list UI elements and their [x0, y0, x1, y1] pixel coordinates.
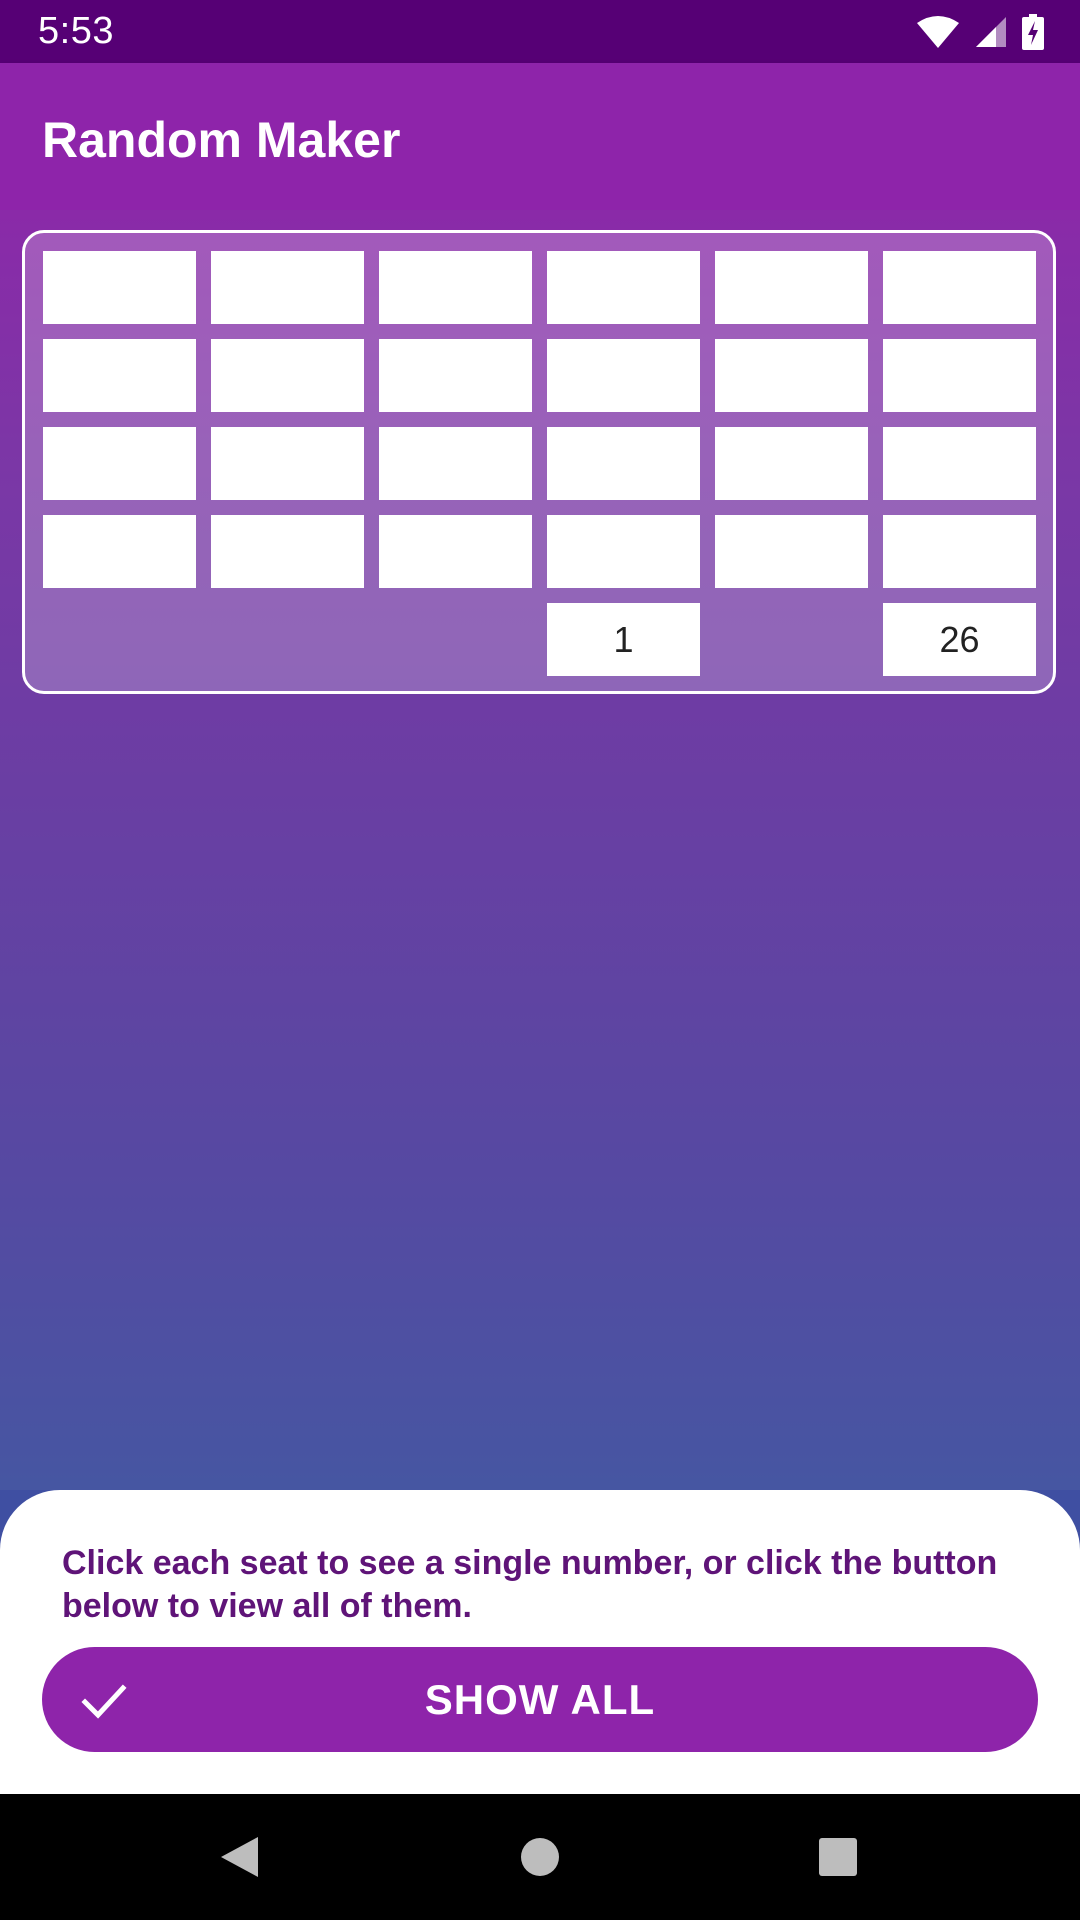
seat[interactable]: [211, 515, 364, 588]
cellular-signal-icon: [976, 17, 1006, 47]
seat[interactable]: 1: [547, 603, 700, 676]
show-all-button[interactable]: SHOW ALL: [42, 1647, 1038, 1752]
seat[interactable]: [43, 515, 196, 588]
app-title: Random Maker: [42, 112, 401, 168]
seat[interactable]: 26: [883, 603, 1036, 676]
seat[interactable]: [211, 251, 364, 324]
recents-icon[interactable]: [813, 1832, 863, 1882]
seat[interactable]: [379, 427, 532, 500]
seat[interactable]: [43, 339, 196, 412]
status-time: 5:53: [38, 10, 114, 52]
seat[interactable]: [43, 427, 196, 500]
home-icon[interactable]: [515, 1832, 565, 1882]
seat[interactable]: [883, 339, 1036, 412]
seat[interactable]: [715, 427, 868, 500]
seat[interactable]: [715, 515, 868, 588]
seat[interactable]: [547, 251, 700, 324]
back-icon[interactable]: [214, 1832, 264, 1882]
seat[interactable]: [211, 339, 364, 412]
seat[interactable]: [883, 515, 1036, 588]
seat[interactable]: [883, 251, 1036, 324]
bottom-sheet: Click each seat to see a single number, …: [0, 1490, 1080, 1794]
seat[interactable]: [715, 339, 868, 412]
wifi-icon: [917, 16, 959, 48]
navigation-bar: [0, 1794, 1080, 1920]
seat[interactable]: [379, 251, 532, 324]
seat[interactable]: [715, 251, 868, 324]
seat[interactable]: [211, 427, 364, 500]
seat[interactable]: [379, 339, 532, 412]
status-icons: [916, 12, 1044, 52]
seat[interactable]: [547, 339, 700, 412]
seat-grid: 1 26: [22, 230, 1056, 694]
app-bar: Random Maker: [0, 63, 1080, 210]
show-all-label: SHOW ALL: [424, 1675, 656, 1723]
instruction-text: Click each seat to see a single number, …: [62, 1544, 998, 1625]
status-bar: 5:53: [0, 0, 1080, 63]
seat[interactable]: [547, 515, 700, 588]
seat[interactable]: [43, 251, 196, 324]
battery-charging-icon: [1022, 14, 1044, 50]
main-content: 1 26: [0, 210, 1080, 1490]
seat[interactable]: [547, 427, 700, 500]
seat[interactable]: [379, 515, 532, 588]
seat[interactable]: [883, 427, 1036, 500]
